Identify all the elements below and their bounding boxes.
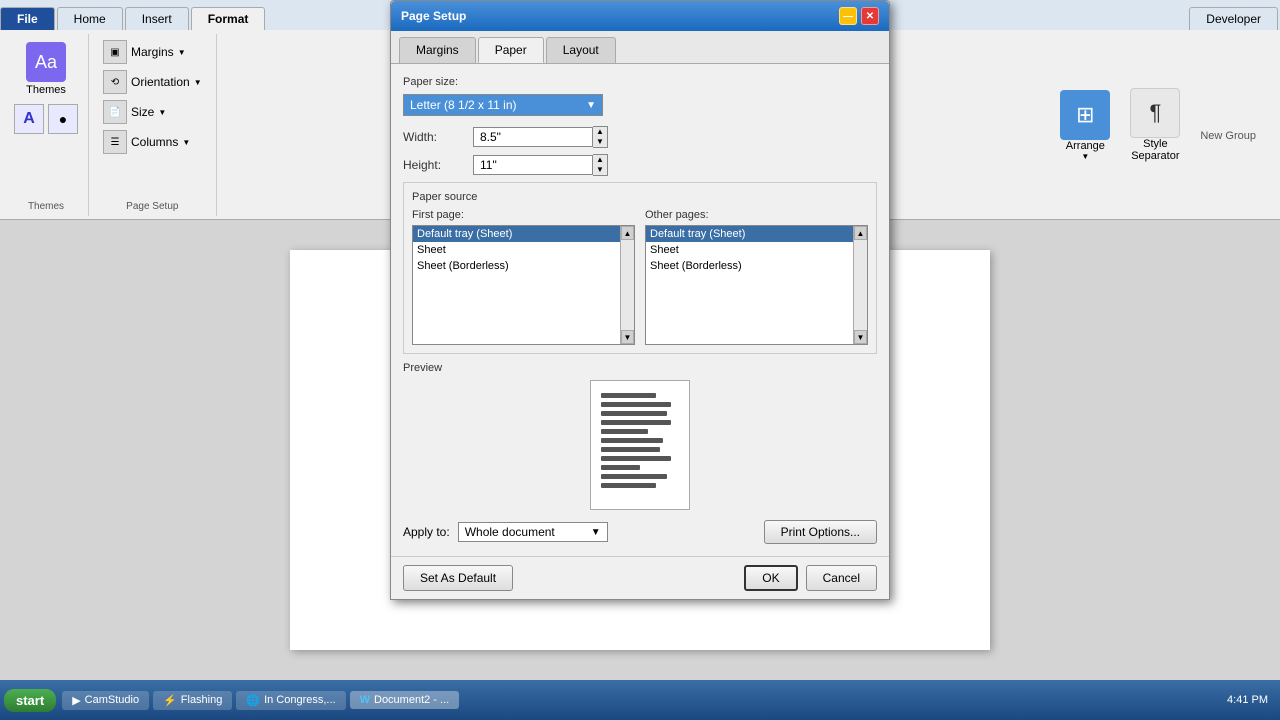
paper-source-section: Paper source First page: Default tray (S…: [403, 182, 877, 354]
first-page-item-1[interactable]: Sheet: [413, 242, 634, 258]
tab-layout[interactable]: Layout: [546, 37, 616, 63]
width-spinner: ▲ ▼: [593, 126, 608, 148]
apply-to-select[interactable]: Whole document ▼: [458, 522, 608, 542]
other-pages-item-1[interactable]: Sheet: [646, 242, 867, 258]
dialog-minimize-btn[interactable]: —: [839, 7, 857, 25]
tab-paper[interactable]: Paper: [478, 37, 544, 63]
preview-line-1: [601, 393, 656, 398]
paper-source-panels: First page: Default tray (Sheet) Sheet S…: [412, 209, 868, 345]
other-pages-scroll-up[interactable]: ▲: [854, 226, 867, 240]
apply-row: Apply to: Whole document ▼ Print Options…: [403, 520, 877, 544]
width-input-group: 8.5" ▲ ▼: [473, 126, 608, 148]
paper-source-label: Paper source: [412, 191, 868, 203]
dialog-close-btn[interactable]: ✕: [861, 7, 879, 25]
height-spinner: ▲ ▼: [593, 154, 608, 176]
paper-size-arrow-icon: ▼: [586, 100, 596, 111]
width-row: Width: 8.5" ▲ ▼: [403, 126, 877, 148]
preview-line-4: [601, 420, 671, 425]
preview-line-2: [601, 402, 671, 407]
dialog-title: Page Setup: [401, 9, 466, 23]
height-label: Height:: [403, 158, 473, 172]
height-row: Height: 11" ▲ ▼: [403, 154, 877, 176]
page-setup-dialog: Page Setup — ✕ Margins Paper Layout Pape…: [390, 0, 890, 600]
print-options-button[interactable]: Print Options...: [764, 520, 877, 544]
preview-line-10: [601, 474, 667, 479]
paper-size-label: Paper size:: [403, 76, 877, 88]
preview-lines: [591, 381, 689, 504]
first-page-scrollbar[interactable]: ▲ ▼: [620, 226, 634, 344]
dialog-footer: Set As Default OK Cancel: [391, 556, 889, 599]
height-input[interactable]: 11": [473, 155, 593, 175]
dialog-titlebar: Page Setup — ✕: [391, 1, 889, 31]
first-page-item-2[interactable]: Sheet (Borderless): [413, 258, 634, 274]
first-page-item-0[interactable]: Default tray (Sheet): [413, 226, 634, 242]
width-decrement-btn[interactable]: ▼: [593, 137, 607, 147]
preview-line-11: [601, 483, 656, 488]
first-page-list[interactable]: Default tray (Sheet) Sheet Sheet (Border…: [412, 225, 635, 345]
preview-line-6: [601, 438, 663, 443]
first-page-scroll-up[interactable]: ▲: [621, 226, 634, 240]
first-page-label: First page:: [412, 209, 635, 221]
preview-box: [590, 380, 690, 510]
apply-to-label: Apply to:: [403, 525, 450, 539]
paper-size-select[interactable]: Letter (8 1/2 x 11 in) ▼: [403, 94, 603, 116]
dialog-tabs: Margins Paper Layout: [391, 31, 889, 64]
ok-cancel-group: OK Cancel: [744, 565, 877, 591]
height-increment-btn[interactable]: ▲: [593, 155, 607, 165]
first-page-scroll-down[interactable]: ▼: [621, 330, 634, 344]
preview-line-9: [601, 465, 640, 470]
apply-to-select-group: Whole document ▼: [458, 522, 608, 542]
tab-margins[interactable]: Margins: [399, 37, 476, 63]
other-pages-panel: Other pages: Default tray (Sheet) Sheet …: [645, 209, 868, 345]
set-as-default-button[interactable]: Set As Default: [403, 565, 513, 591]
ok-button[interactable]: OK: [744, 565, 797, 591]
other-pages-list[interactable]: Default tray (Sheet) Sheet Sheet (Border…: [645, 225, 868, 345]
height-decrement-btn[interactable]: ▼: [593, 165, 607, 175]
other-pages-scrollbar[interactable]: ▲ ▼: [853, 226, 867, 344]
height-input-group: 11" ▲ ▼: [473, 154, 608, 176]
other-pages-scroll-track: [854, 240, 867, 330]
apply-to-arrow-icon: ▼: [591, 527, 601, 538]
dialog-titlebar-buttons: — ✕: [839, 7, 879, 25]
other-pages-item-2[interactable]: Sheet (Borderless): [646, 258, 867, 274]
other-pages-scroll-down[interactable]: ▼: [854, 330, 867, 344]
width-input[interactable]: 8.5": [473, 127, 593, 147]
other-pages-item-0[interactable]: Default tray (Sheet): [646, 226, 867, 242]
preview-line-5: [601, 429, 648, 434]
other-pages-label: Other pages:: [645, 209, 868, 221]
first-page-panel: First page: Default tray (Sheet) Sheet S…: [412, 209, 635, 345]
modal-overlay: Page Setup — ✕ Margins Paper Layout Pape…: [0, 0, 1280, 720]
preview-section: Preview: [403, 362, 877, 510]
first-page-scroll-track: [621, 240, 634, 330]
width-increment-btn[interactable]: ▲: [593, 127, 607, 137]
preview-line-8: [601, 456, 671, 461]
width-label: Width:: [403, 130, 473, 144]
cancel-button[interactable]: Cancel: [806, 565, 877, 591]
dialog-body: Paper size: Letter (8 1/2 x 11 in) ▼ Wid…: [391, 64, 889, 556]
preview-label: Preview: [403, 362, 877, 374]
preview-line-7: [601, 447, 660, 452]
apply-to-group: Apply to: Whole document ▼: [403, 522, 608, 542]
preview-line-3: [601, 411, 667, 416]
